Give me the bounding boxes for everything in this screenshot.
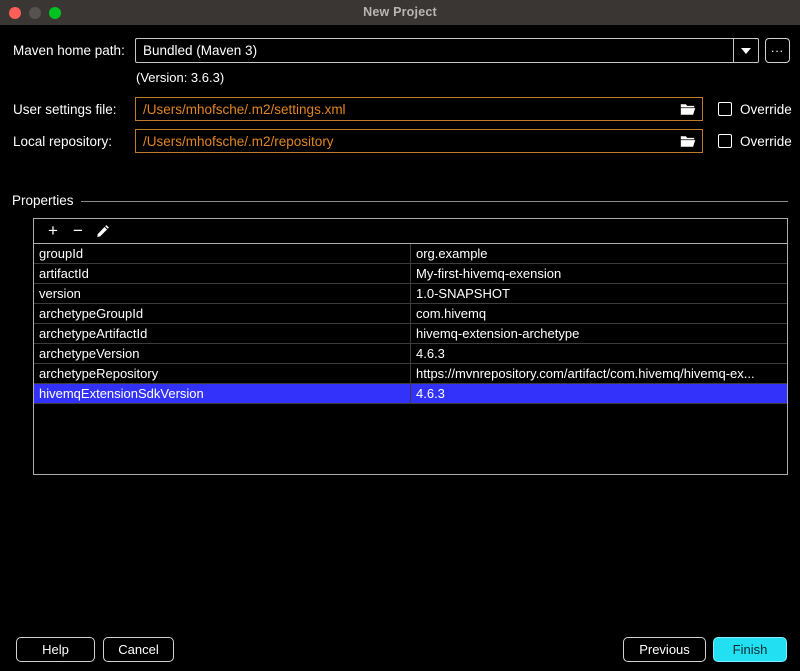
table-row[interactable]: hivemqExtensionSdkVersion 4.6.3 bbox=[34, 384, 787, 404]
window-controls bbox=[9, 0, 61, 25]
local-repository-label-row: Local repository: bbox=[13, 129, 112, 153]
property-value: org.example bbox=[411, 244, 787, 264]
chevron-down-icon[interactable] bbox=[733, 38, 759, 63]
property-key: hivemqExtensionSdkVersion bbox=[34, 384, 411, 404]
user-settings-value[interactable]: /Users/mhofsche/.m2/settings.xml bbox=[136, 102, 674, 117]
previous-button[interactable]: Previous bbox=[623, 637, 706, 662]
maven-home-label-row: Maven home path: bbox=[13, 38, 125, 62]
property-key: archetypeVersion bbox=[34, 344, 411, 364]
help-button[interactable]: Help bbox=[16, 637, 95, 662]
table-row[interactable]: archetypeVersion 4.6.3 bbox=[34, 344, 787, 364]
properties-table-rows: groupId org.example artifactId My-first-… bbox=[34, 244, 787, 404]
maven-home-label: Maven home path: bbox=[13, 43, 125, 58]
property-value: 4.6.3 bbox=[411, 384, 787, 404]
property-key: archetypeGroupId bbox=[34, 304, 411, 324]
cancel-button[interactable]: Cancel bbox=[103, 637, 174, 662]
properties-table-panel: + − groupId org.example artifactId My-fi… bbox=[33, 218, 788, 475]
table-row[interactable]: groupId org.example bbox=[34, 244, 787, 264]
finish-button[interactable]: Finish bbox=[713, 637, 787, 662]
property-key: groupId bbox=[34, 244, 411, 264]
property-value: com.hivemq bbox=[411, 304, 787, 324]
new-project-dialog: New Project Maven home path: Bundled (Ma… bbox=[0, 0, 800, 671]
local-repository-value[interactable]: /Users/mhofsche/.m2/repository bbox=[136, 134, 674, 149]
user-settings-override-label: Override bbox=[740, 102, 792, 117]
pencil-icon[interactable] bbox=[92, 221, 114, 241]
properties-toolbar: + − bbox=[34, 219, 787, 244]
property-value: hivemq-extension-archetype bbox=[411, 324, 787, 344]
properties-group-title: Properties bbox=[12, 193, 81, 208]
minimize-window-button[interactable] bbox=[29, 7, 41, 19]
user-settings-input[interactable]: /Users/mhofsche/.m2/settings.xml bbox=[135, 97, 703, 121]
property-key: version bbox=[34, 284, 411, 304]
table-row[interactable]: archetypeRepository https://mvnrepositor… bbox=[34, 364, 787, 384]
property-value: https://mvnrepository.com/artifact/com.h… bbox=[411, 364, 787, 384]
maven-home-browse-button[interactable]: ... bbox=[765, 38, 790, 63]
local-repository-label: Local repository: bbox=[13, 134, 112, 149]
maven-version-note: (Version: 3.6.3) bbox=[136, 70, 224, 85]
maximize-window-button[interactable] bbox=[49, 7, 61, 19]
local-repository-override[interactable]: Override bbox=[718, 129, 792, 153]
maven-home-value[interactable]: Bundled (Maven 3) bbox=[135, 38, 733, 63]
folder-open-icon[interactable] bbox=[674, 97, 702, 121]
property-value: 4.6.3 bbox=[411, 344, 787, 364]
property-value: 1.0-SNAPSHOT bbox=[411, 284, 787, 304]
remove-property-button[interactable]: − bbox=[67, 221, 89, 241]
local-repository-input[interactable]: /Users/mhofsche/.m2/repository bbox=[135, 129, 703, 153]
property-key: artifactId bbox=[34, 264, 411, 284]
add-property-button[interactable]: + bbox=[42, 221, 64, 241]
user-settings-override[interactable]: Override bbox=[718, 97, 792, 121]
user-settings-override-checkbox[interactable] bbox=[718, 102, 732, 116]
folder-open-icon[interactable] bbox=[674, 129, 702, 153]
table-row[interactable]: archetypeArtifactId hivemq-extension-arc… bbox=[34, 324, 787, 344]
property-key: archetypeRepository bbox=[34, 364, 411, 384]
window-title-bar: New Project bbox=[0, 0, 800, 25]
table-row[interactable]: archetypeGroupId com.hivemq bbox=[34, 304, 787, 324]
property-value: My-first-hivemq-exension bbox=[411, 264, 787, 284]
close-window-button[interactable] bbox=[9, 7, 21, 19]
table-row[interactable]: artifactId My-first-hivemq-exension bbox=[34, 264, 787, 284]
local-repository-override-label: Override bbox=[740, 134, 792, 149]
user-settings-label-row: User settings file: bbox=[13, 97, 117, 121]
table-row[interactable]: version 1.0-SNAPSHOT bbox=[34, 284, 787, 304]
local-repository-override-checkbox[interactable] bbox=[718, 134, 732, 148]
user-settings-label: User settings file: bbox=[13, 102, 117, 117]
window-title: New Project bbox=[0, 0, 800, 25]
property-key: archetypeArtifactId bbox=[34, 324, 411, 344]
properties-group-divider bbox=[12, 201, 788, 202]
maven-home-combobox[interactable]: Bundled (Maven 3) bbox=[135, 38, 759, 63]
dialog-body: Maven home path: Bundled (Maven 3) ... (… bbox=[0, 25, 800, 671]
